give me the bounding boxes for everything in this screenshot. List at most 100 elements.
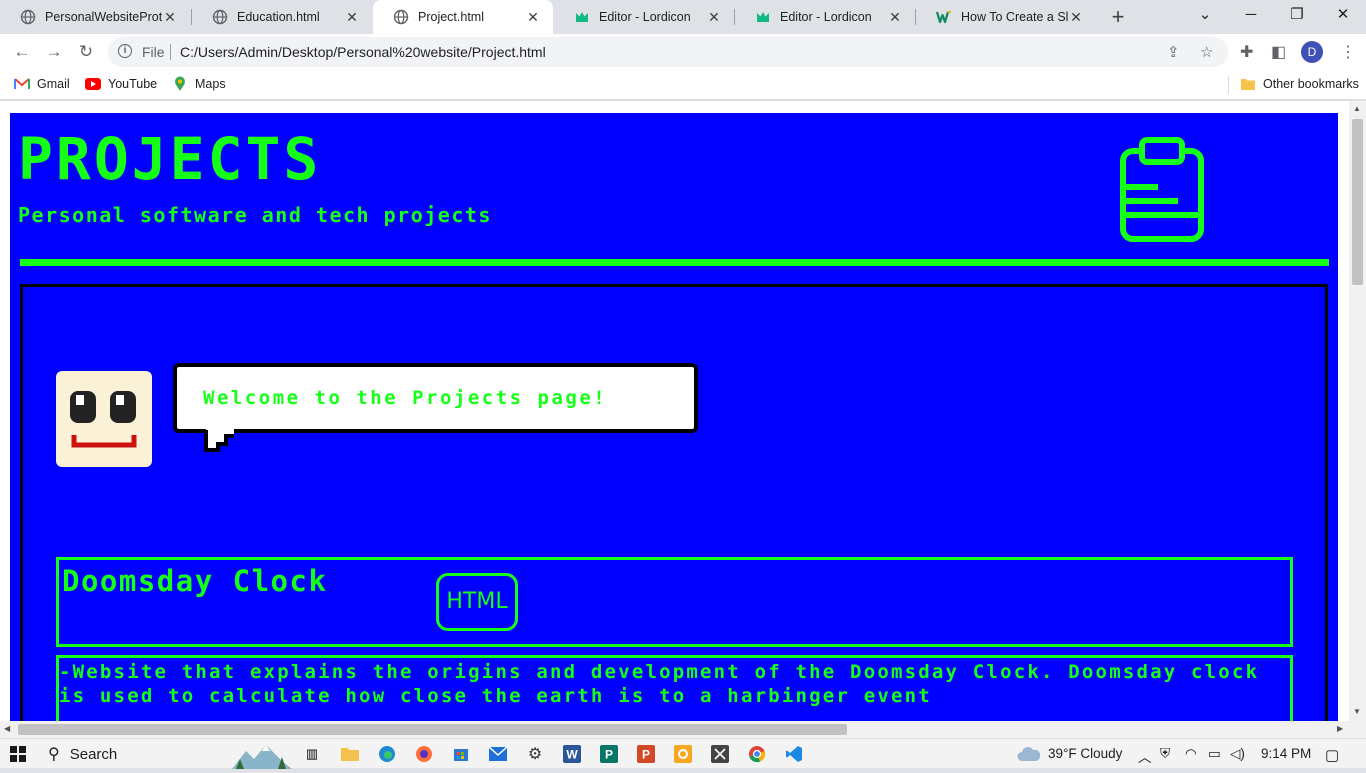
profile-avatar[interactable]: D [1301, 41, 1323, 63]
scroll-down-icon[interactable]: ▼ [1353, 707, 1361, 716]
tab-lordicon-2[interactable]: Editor - Lordicon ✕ [735, 0, 915, 34]
url-text[interactable]: C:/Users/Admin/Desktop/Personal%20websit… [180, 44, 546, 60]
cloudy-weather-icon [1016, 744, 1042, 764]
horizontal-scroll-thumb[interactable] [18, 724, 847, 735]
edge-icon[interactable] [377, 744, 397, 764]
vertical-scrollbar[interactable]: ▲ ▼ [1349, 101, 1366, 738]
close-icon[interactable]: ✕ [525, 9, 541, 25]
close-window-button[interactable]: ✕ [1320, 0, 1366, 30]
battery-icon[interactable]: ▭ [1208, 746, 1221, 762]
scheme-label: File [142, 44, 165, 60]
lordicon-crown-icon [574, 9, 590, 25]
task-view-icon[interactable]: ▥ [302, 744, 322, 764]
search-icon: ⚲ [48, 746, 60, 763]
volume-icon[interactable]: ◁) [1230, 746, 1245, 762]
store-icon[interactable] [451, 744, 471, 764]
folder-icon [1240, 76, 1256, 92]
office-app-icon[interactable] [673, 744, 693, 764]
svg-text:P: P [605, 748, 613, 762]
tab-lordicon-1[interactable]: Editor - Lordicon ✕ [554, 0, 734, 34]
welcome-speech-bubble: Welcome to the Projects page! [173, 363, 698, 433]
snipping-tool-icon[interactable] [710, 744, 730, 764]
lordicon-crown-icon [755, 9, 771, 25]
welcome-text: Welcome to the Projects page! [203, 387, 608, 409]
wifi-icon[interactable]: ◠ [1185, 746, 1197, 762]
close-icon[interactable]: ✕ [1068, 9, 1084, 25]
scroll-left-icon[interactable]: ◀ [4, 724, 10, 733]
reload-button[interactable]: ↻ [72, 38, 100, 66]
search-label: Search [69, 745, 118, 763]
projects-page: PROJECTS Personal software and tech proj… [10, 113, 1338, 738]
speech-bubble-tail [202, 428, 236, 458]
tab-personal-website[interactable]: PersonalWebsitePrototype ✕ [0, 0, 190, 34]
back-button[interactable]: ← [8, 38, 36, 66]
vertical-scroll-thumb[interactable] [1352, 119, 1363, 285]
scroll-up-icon[interactable]: ▲ [1353, 104, 1361, 113]
page-viewport: PROJECTS Personal software and tech proj… [0, 101, 1366, 738]
share-icon[interactable]: ⇪ [1167, 43, 1180, 61]
settings-gear-icon[interactable]: ⚙ [525, 744, 545, 764]
tab-project[interactable]: Project.html ✕ [373, 0, 553, 34]
smiley-avatar [56, 371, 152, 471]
more-menu-icon[interactable]: ⋮ [1340, 42, 1356, 62]
close-icon[interactable]: ✕ [887, 9, 903, 25]
tab-title: Project.html [418, 10, 484, 24]
clipboard-icon [1118, 137, 1208, 249]
bookmark-youtube[interactable]: YouTube [85, 76, 157, 92]
header-divider [20, 259, 1329, 266]
windows-taskbar: ⚲ Search ▥ ⚙ W P P 39°F Cloudy ︿ ⛨ ◠ ▭ ◁… [0, 738, 1366, 769]
extensions-icon[interactable]: ✚ [1240, 42, 1253, 62]
publisher-icon[interactable]: P [599, 744, 619, 764]
project-title: Doomsday Clock [62, 564, 328, 598]
close-icon[interactable]: ✕ [706, 9, 722, 25]
firefox-icon[interactable] [414, 744, 434, 764]
tab-search-icon[interactable]: ⌄ [1182, 0, 1228, 30]
close-icon[interactable]: ✕ [162, 9, 178, 25]
file-explorer-icon[interactable] [340, 744, 360, 764]
security-shield-icon[interactable]: ⛨ [1160, 746, 1170, 762]
restore-button[interactable]: ❐ [1274, 0, 1320, 30]
bookmark-star-icon[interactable]: ☆ [1200, 43, 1213, 61]
weather-text[interactable]: 39°F Cloudy [1048, 746, 1122, 761]
bookmark-gmail[interactable]: Gmail [14, 76, 70, 92]
project-card-header[interactable]: Doomsday Clock HTML [56, 557, 1293, 647]
bookmark-maps[interactable]: Maps [172, 76, 226, 92]
mountain-search-highlight-icon [232, 741, 292, 773]
powerpoint-icon[interactable]: P [636, 744, 656, 764]
clock-time[interactable]: 9:14 PM [1261, 746, 1311, 761]
globe-icon [212, 9, 228, 25]
side-panel-icon[interactable]: ◧ [1271, 42, 1286, 62]
youtube-icon [85, 76, 101, 92]
close-icon[interactable]: ✕ [344, 9, 360, 25]
forward-button[interactable]: → [40, 38, 68, 66]
word-icon[interactable]: W [562, 744, 582, 764]
tab-strip: PersonalWebsitePrototype ✕ Education.htm… [0, 0, 1366, 34]
tab-title: How To Create a Slide [961, 10, 1068, 24]
notifications-icon[interactable]: ▢ [1325, 746, 1339, 764]
page-subtitle: Personal software and tech projects [18, 203, 492, 227]
new-tab-button[interactable]: + [1104, 3, 1132, 31]
taskbar-search[interactable]: ⚲ Search [40, 739, 292, 769]
tab-title: PersonalWebsitePrototype [45, 10, 162, 24]
tab-title: Editor - Lordicon [599, 10, 691, 24]
globe-icon [20, 9, 36, 25]
svg-text:W: W [566, 748, 578, 762]
tab-title: Editor - Lordicon [780, 10, 872, 24]
scroll-right-icon[interactable]: ▶ [1337, 724, 1343, 733]
mail-icon[interactable] [488, 744, 508, 764]
other-bookmarks-label: Other bookmarks [1263, 77, 1359, 91]
w-logo-icon [936, 9, 952, 25]
horizontal-scrollbar[interactable]: ◀ ▶ [0, 721, 1349, 738]
info-icon[interactable]: i [118, 44, 132, 58]
windows-start-icon[interactable] [8, 744, 28, 764]
tab-slide-tutorial[interactable]: How To Create a Slide ✕ [916, 0, 1096, 34]
minimize-button[interactable]: ─ [1228, 0, 1274, 30]
tab-education[interactable]: Education.html ✕ [192, 0, 372, 34]
chevron-up-icon[interactable]: ︿ [1138, 746, 1152, 766]
omnibox-separator [170, 44, 171, 60]
chrome-icon[interactable] [747, 744, 767, 764]
browser-toolbar: ← → ↻ i File C:/Users/Admin/Desktop/Pers… [0, 34, 1366, 70]
vscode-icon[interactable] [784, 744, 804, 764]
address-bar[interactable]: i File C:/Users/Admin/Desktop/Personal%2… [108, 37, 1228, 67]
other-bookmarks[interactable]: Other bookmarks [1240, 76, 1359, 92]
